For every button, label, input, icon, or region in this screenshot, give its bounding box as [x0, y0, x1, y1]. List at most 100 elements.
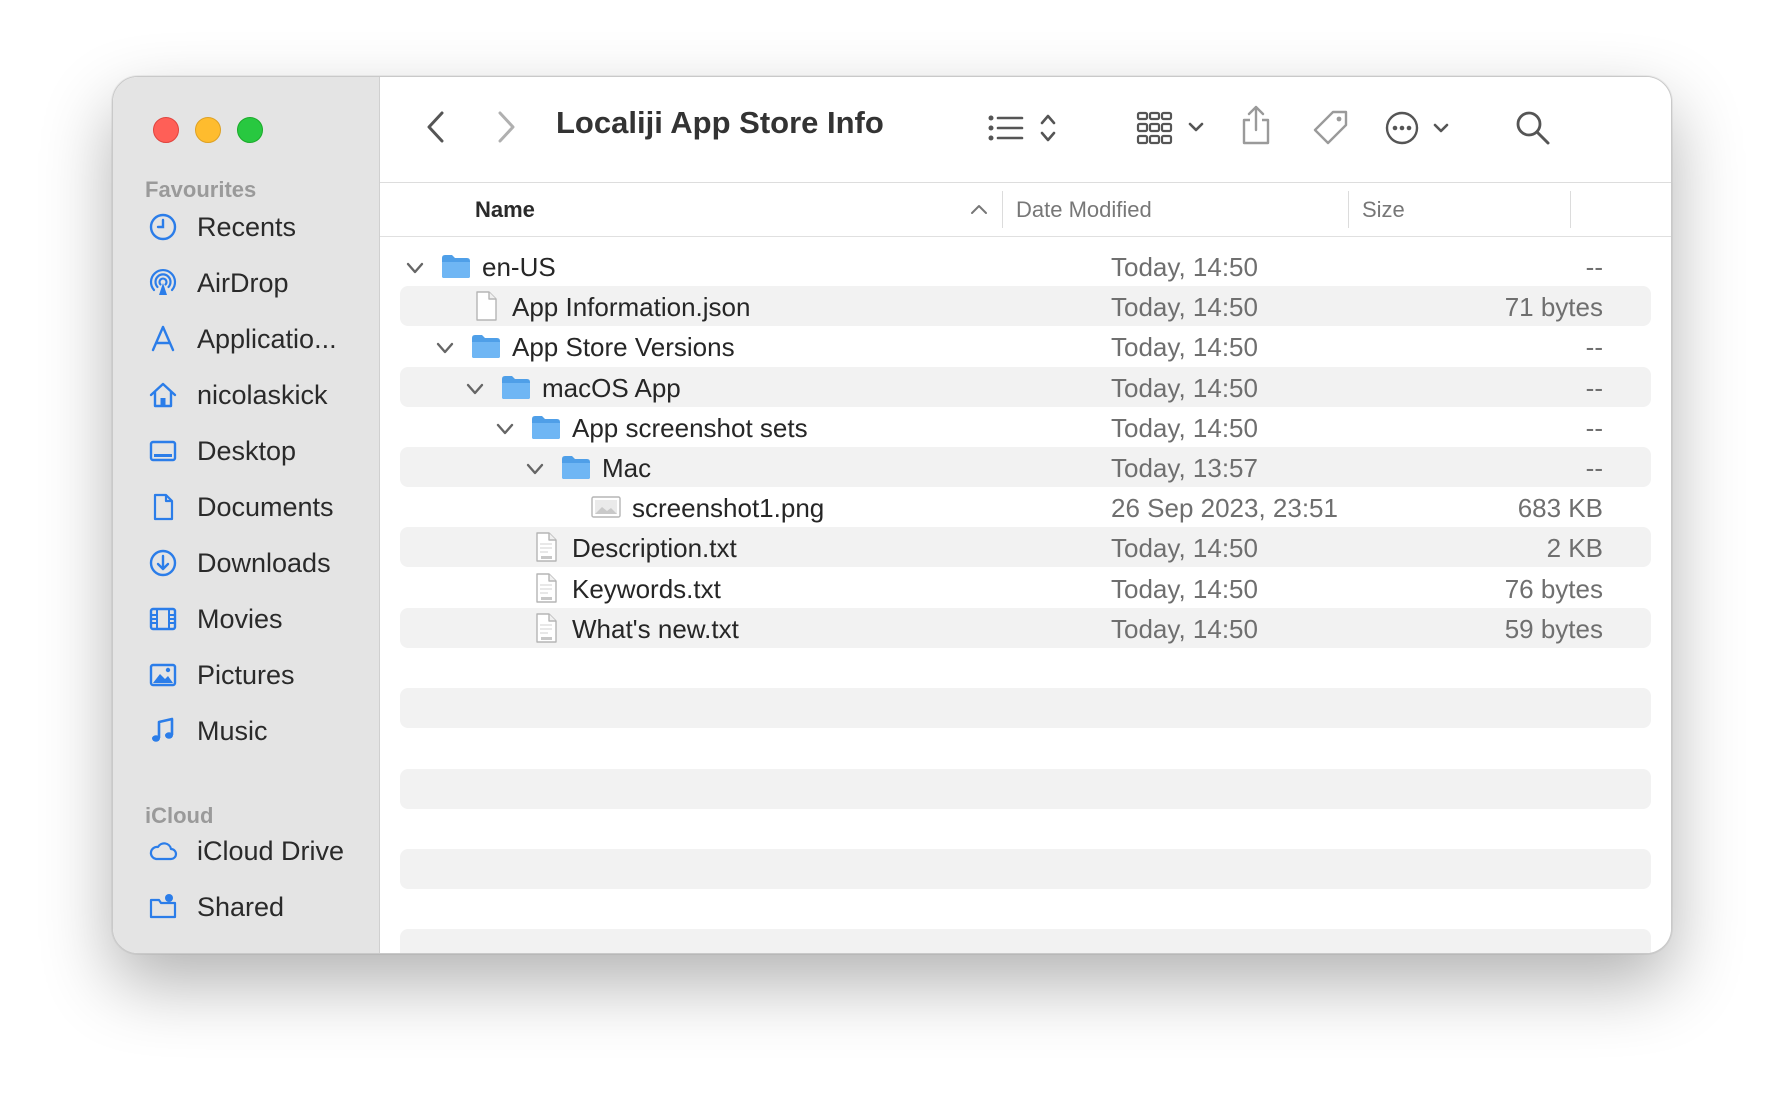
sidebar-item-label: Pictures [197, 659, 295, 690]
window-controls [153, 117, 263, 143]
sidebar-item-applications[interactable]: Applicatio... [147, 319, 337, 359]
disclosure-chevron-icon[interactable] [464, 376, 486, 398]
file-name: macOS App [542, 372, 681, 403]
file-date-modified: Today, 14:50 [1111, 292, 1258, 323]
sidebar-item-airdrop[interactable]: AirDrop [147, 263, 289, 303]
text-file-icon [530, 612, 562, 644]
sidebar-item-home[interactable]: nicolaskick [147, 375, 328, 415]
sidebar-item-downloads[interactable]: Downloads [147, 543, 331, 583]
sort-ascending-icon [971, 205, 987, 214]
film-icon [147, 603, 179, 635]
image-file-icon [590, 491, 622, 523]
folder-icon [500, 371, 532, 403]
file-size: 683 KB [1517, 493, 1603, 524]
folder-icon [560, 451, 592, 483]
file-name: App screenshot sets [572, 412, 808, 443]
forward-button[interactable] [486, 107, 526, 147]
file-date-modified: Today, 14:50 [1111, 613, 1258, 644]
text-file-icon [530, 531, 562, 563]
toolbar: Localiji App Store Info [380, 77, 1671, 183]
view-mode-button[interactable] [986, 107, 1066, 149]
file-size: -- [1585, 372, 1603, 403]
group-button[interactable] [1136, 107, 1220, 149]
cloud-icon [147, 835, 179, 867]
file-name: App Information.json [512, 292, 751, 323]
sidebar: Favourites Recents AirDrop Applicatio...… [113, 77, 380, 953]
file-row[interactable]: en-US Today, 14:50 -- [400, 246, 1651, 286]
chevron-updown-icon [1040, 114, 1056, 142]
chevron-down-icon [1188, 122, 1204, 132]
tag-icon [1313, 110, 1348, 145]
file-date-modified: 26 Sep 2023, 23:51 [1111, 493, 1338, 524]
folder-icon [530, 411, 562, 443]
sidebar-item-label: iCloud Drive [197, 835, 345, 866]
column-size[interactable]: Size [1362, 183, 1562, 236]
search-button[interactable] [1512, 107, 1554, 149]
file-date-modified: Today, 14:50 [1111, 533, 1258, 564]
column-name[interactable]: Name [475, 183, 995, 236]
file-row[interactable]: screenshot1.png 26 Sep 2023, 23:51 683 KB [400, 487, 1651, 527]
empty-list-row [400, 688, 1651, 729]
search-icon [1516, 111, 1550, 145]
disclosure-chevron-icon[interactable] [434, 335, 456, 357]
column-divider[interactable] [1002, 191, 1003, 228]
column-divider[interactable] [1570, 191, 1571, 228]
share-icon [1242, 105, 1270, 145]
file-name: en-US [482, 252, 556, 282]
file-icon [470, 290, 502, 322]
minimize-window-button[interactable] [195, 117, 221, 143]
sidebar-item-pictures[interactable]: Pictures [147, 655, 295, 695]
column-size-label: Size [1362, 196, 1405, 222]
folder-icon [440, 250, 472, 282]
file-date-modified: Today, 14:50 [1111, 412, 1258, 443]
share-button[interactable] [1236, 101, 1276, 149]
file-date-modified: Today, 14:50 [1111, 573, 1258, 604]
sidebar-item-label: Desktop [197, 435, 297, 466]
sidebar-section-favourites: Favourites [145, 177, 257, 202]
file-size: 71 bytes [1504, 292, 1603, 323]
empty-list-row [400, 929, 1651, 953]
disclosure-chevron-icon[interactable] [404, 255, 426, 277]
file-row[interactable]: macOS App Today, 14:50 -- [400, 366, 1651, 407]
folder-icon [470, 330, 502, 362]
file-row[interactable]: What's new.txt Today, 14:50 59 bytes [400, 607, 1651, 648]
file-row[interactable]: Keywords.txt Today, 14:50 76 bytes [400, 568, 1651, 608]
sidebar-item-recents[interactable]: Recents [147, 207, 296, 247]
chevron-left-icon [427, 111, 444, 143]
sidebar-item-movies[interactable]: Movies [147, 599, 283, 639]
music-note-icon [147, 715, 179, 747]
file-row[interactable]: App screenshot sets Today, 14:50 -- [400, 407, 1651, 447]
disclosure-chevron-icon[interactable] [524, 456, 546, 478]
column-header: Name Date Modified Size [380, 183, 1671, 237]
file-row[interactable]: Mac Today, 13:57 -- [400, 447, 1651, 487]
sidebar-item-icloud-drive[interactable]: iCloud Drive [147, 831, 344, 871]
file-row[interactable]: App Store Versions Today, 14:50 -- [400, 326, 1651, 366]
empty-list-row [400, 768, 1651, 809]
grid-icon [1136, 111, 1173, 145]
sidebar-item-label: AirDrop [197, 267, 289, 298]
sidebar-item-documents[interactable]: Documents [147, 487, 334, 527]
column-divider[interactable] [1348, 191, 1349, 228]
file-row[interactable]: App Information.json Today, 14:50 71 bytes [400, 286, 1651, 327]
file-list: en-US Today, 14:50 -- App Information.json T… [380, 237, 1671, 953]
sidebar-section-icloud: iCloud [145, 803, 214, 828]
file-size: -- [1585, 412, 1603, 443]
desktop-icon [147, 435, 179, 467]
sidebar-item-label: Recents [197, 211, 297, 242]
main-pane: Localiji App Store Info Name Date Modifi… [380, 77, 1671, 953]
file-name: What's new.txt [572, 613, 739, 644]
close-window-button[interactable] [153, 117, 179, 143]
zoom-window-button[interactable] [237, 117, 263, 143]
sidebar-item-desktop[interactable]: Desktop [147, 431, 296, 471]
tags-button[interactable] [1310, 107, 1352, 149]
sidebar-item-label: Music [197, 715, 268, 746]
sidebar-item-music[interactable]: Music [147, 711, 268, 751]
more-actions-button[interactable] [1384, 107, 1460, 149]
file-name: Description.txt [572, 533, 737, 564]
file-size: 59 bytes [1504, 613, 1603, 644]
sidebar-item-shared[interactable]: Shared [147, 887, 284, 927]
disclosure-chevron-icon[interactable] [494, 416, 516, 438]
back-button[interactable] [416, 107, 456, 147]
column-date-modified[interactable]: Date Modified [1016, 183, 1346, 236]
file-row[interactable]: Description.txt Today, 14:50 2 KB [400, 527, 1651, 568]
